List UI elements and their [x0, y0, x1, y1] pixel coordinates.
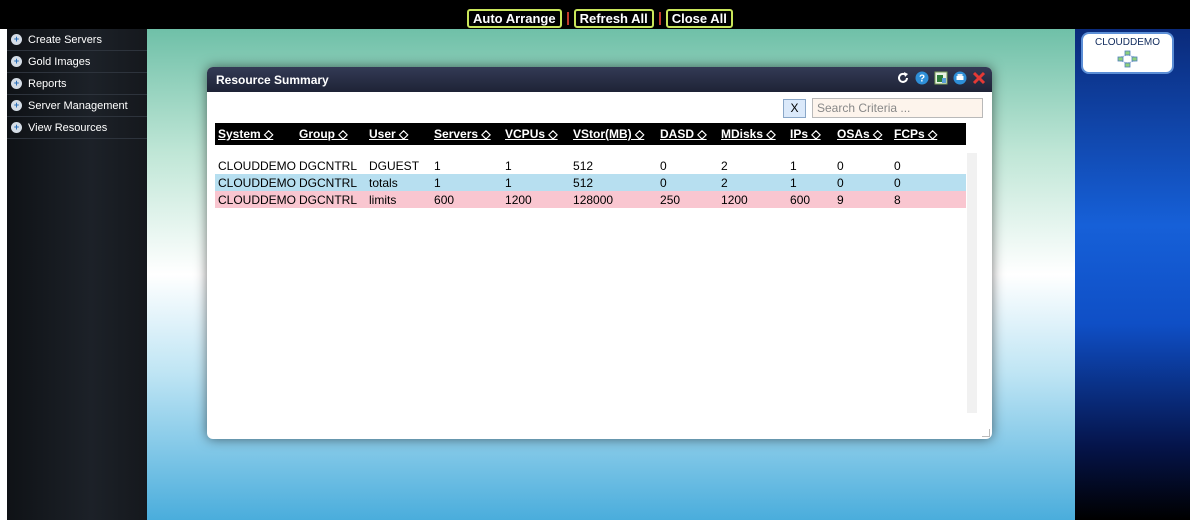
cell-group: DGCNTRL: [296, 191, 367, 208]
sidebar-item-gold-images[interactable]: + Gold Images: [7, 51, 147, 73]
plus-circle-icon: +: [11, 56, 22, 67]
cell-dasd: 250: [657, 191, 719, 208]
cell-servers: 1: [431, 174, 503, 191]
network-icon: [1117, 50, 1137, 68]
plus-circle-icon: +: [11, 100, 22, 111]
column-header-servers[interactable]: Servers ◇: [431, 123, 503, 145]
sidebar-item-server-management[interactable]: + Server Management: [7, 95, 147, 117]
cell-ips: 1: [790, 158, 797, 173]
column-header-osas[interactable]: OSAs ◇: [834, 123, 892, 145]
sidebar: + Create Servers + Gold Images + Reports…: [7, 29, 147, 520]
dialog-titlebar[interactable]: Resource Summary ?: [207, 67, 992, 92]
cell-dasd: 0: [657, 174, 719, 191]
cell-vstor: 512: [573, 158, 594, 173]
column-header-fcps[interactable]: FCPs ◇: [891, 123, 966, 145]
cell-fcps: 8: [891, 191, 966, 208]
svg-text:?: ?: [919, 74, 925, 85]
close-icon[interactable]: [972, 71, 986, 85]
sidebar-item-label: Server Management: [28, 99, 128, 112]
sidebar-item-label: Gold Images: [28, 55, 91, 68]
column-header-dasd[interactable]: DASD ◇: [657, 123, 719, 145]
resize-handle[interactable]: [982, 429, 990, 437]
cell-ips: 1: [787, 174, 835, 191]
cell-ips: 600: [787, 191, 835, 208]
cell-fcps: 0: [894, 158, 901, 173]
column-header-ips[interactable]: IPs ◇: [787, 123, 835, 145]
table-spacer: [215, 145, 966, 157]
resource-table-container: System ◇ Group ◇ User ◇ Servers ◇ VCPUs …: [215, 123, 978, 208]
column-header-group[interactable]: Group ◇: [296, 123, 367, 145]
cell-osas: 9: [834, 191, 892, 208]
clear-search-button[interactable]: X: [783, 98, 806, 118]
cell-user: limits: [366, 191, 432, 208]
separator: [566, 12, 569, 25]
close-all-button[interactable]: Close All: [665, 9, 733, 28]
cell-mdisks: 2: [718, 174, 788, 191]
print-icon[interactable]: [953, 71, 967, 85]
cell-osas: 0: [834, 174, 892, 191]
table-row[interactable]: CLOUDDEMO DGCNTRL DGUEST 1 1 512 0 2 1 0…: [215, 157, 966, 174]
cell-vstor: 128000: [570, 191, 658, 208]
system-panel: CLOUDDEMO: [1075, 29, 1190, 520]
system-card-clouddemo[interactable]: CLOUDDEMO: [1081, 32, 1174, 74]
cell-fcps: 0: [891, 174, 966, 191]
cell-dasd: 0: [660, 158, 667, 173]
sidebar-item-label: Reports: [28, 77, 67, 90]
separator: [658, 12, 661, 25]
table-scrollbar[interactable]: [967, 153, 977, 413]
column-header-vcpus[interactable]: VCPUs ◇: [502, 123, 571, 145]
cell-group: DGCNTRL: [299, 158, 358, 173]
dialog-toolbar: ?: [896, 71, 986, 85]
sidebar-item-label: Create Servers: [28, 33, 102, 46]
cell-osas: 0: [837, 158, 844, 173]
refresh-all-button[interactable]: Refresh All: [573, 9, 654, 28]
limits-row[interactable]: CLOUDDEMO DGCNTRL limits 600 1200 128000…: [215, 191, 966, 208]
refresh-icon[interactable]: [896, 71, 910, 85]
sidebar-item-label: View Resources: [28, 121, 108, 134]
column-header-vstor[interactable]: VStor(MB) ◇: [570, 123, 658, 145]
plus-circle-icon: +: [11, 34, 22, 45]
resource-table: System ◇ Group ◇ User ◇ Servers ◇ VCPUs …: [215, 123, 966, 208]
cell-system: CLOUDDEMO: [218, 158, 297, 173]
cell-system: CLOUDDEMO: [215, 174, 297, 191]
cell-mdisks: 2: [721, 158, 728, 173]
cell-vcpus: 1: [505, 158, 512, 173]
totals-row[interactable]: CLOUDDEMO DGCNTRL totals 1 1 512 0 2 1 0…: [215, 174, 966, 191]
export-excel-icon[interactable]: [934, 71, 948, 85]
cell-vstor: 512: [570, 174, 658, 191]
plus-circle-icon: +: [11, 122, 22, 133]
column-header-mdisks[interactable]: MDisks ◇: [718, 123, 788, 145]
sidebar-item-reports[interactable]: + Reports: [7, 73, 147, 95]
topbar-buttons: Auto Arrange Refresh All Close All: [467, 9, 733, 28]
table-header-row: System ◇ Group ◇ User ◇ Servers ◇ VCPUs …: [215, 123, 966, 145]
auto-arrange-button[interactable]: Auto Arrange: [467, 9, 562, 28]
dialog-title: Resource Summary: [216, 72, 329, 87]
system-label: CLOUDDEMO: [1094, 37, 1160, 48]
cell-vcpus: 1200: [502, 191, 571, 208]
column-header-user[interactable]: User ◇: [366, 123, 432, 145]
cell-group: DGCNTRL: [296, 174, 367, 191]
help-icon[interactable]: ?: [915, 71, 929, 85]
cell-user: DGUEST: [369, 158, 420, 173]
cell-mdisks: 1200: [718, 191, 788, 208]
cell-system: CLOUDDEMO: [215, 191, 297, 208]
cell-vcpus: 1: [502, 174, 571, 191]
column-header-system[interactable]: System ◇: [215, 123, 297, 145]
cell-servers: 600: [431, 191, 503, 208]
sidebar-item-view-resources[interactable]: + View Resources: [7, 117, 147, 139]
plus-circle-icon: +: [11, 78, 22, 89]
sidebar-item-create-servers[interactable]: + Create Servers: [7, 29, 147, 51]
search-row: X: [783, 98, 983, 118]
cell-user: totals: [366, 174, 432, 191]
top-bar: Auto Arrange Refresh All Close All: [0, 0, 1190, 29]
search-input[interactable]: [812, 98, 983, 118]
cell-servers: 1: [434, 158, 441, 173]
resource-summary-dialog: Resource Summary ? X Search Criteria ...…: [207, 67, 992, 439]
